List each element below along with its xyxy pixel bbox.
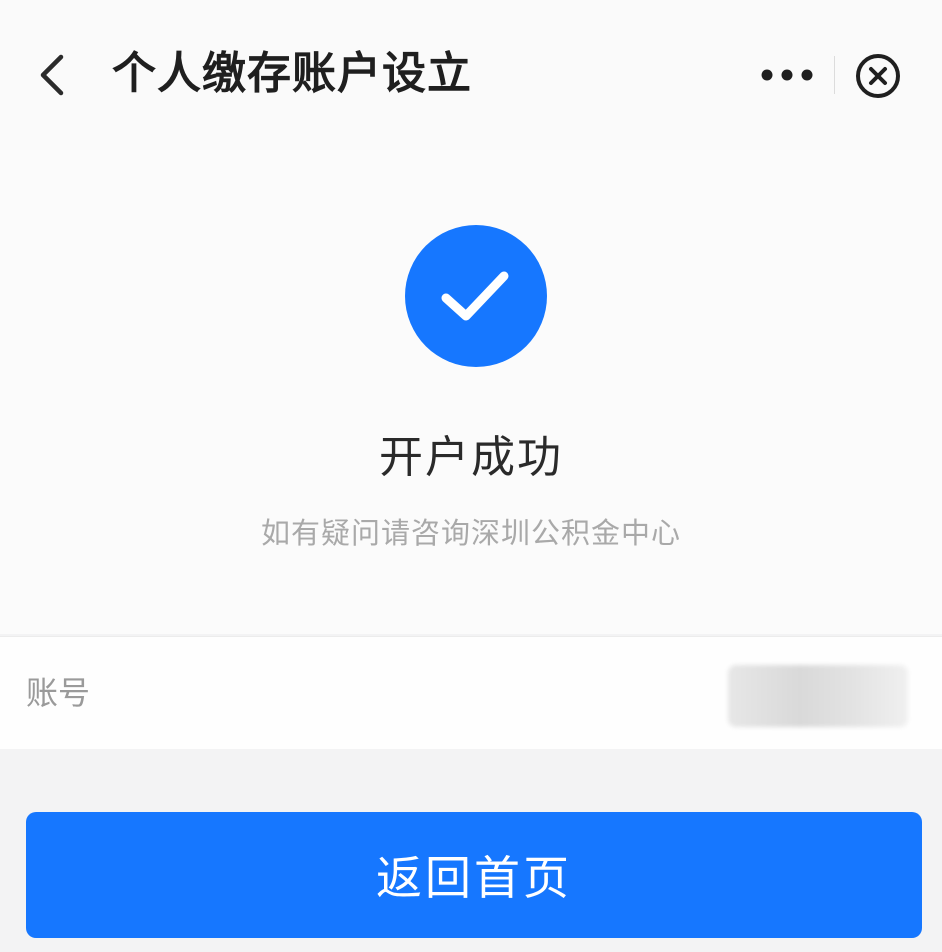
capsule-divider [834, 56, 835, 94]
account-row: 账号 [0, 636, 942, 749]
account-value-redacted [728, 665, 908, 727]
return-home-button[interactable]: 返回首页 [26, 812, 922, 938]
result-description: 如有疑问请咨询深圳公积金中心 [260, 516, 681, 550]
mini-program-capsule [742, 40, 922, 110]
result-title: 开户成功 [379, 432, 563, 483]
check-mark-icon [441, 271, 509, 321]
more-button[interactable] [742, 40, 832, 110]
return-home-label: 返回首页 [376, 851, 572, 905]
close-button[interactable] [852, 50, 904, 102]
chevron-left-icon [40, 54, 64, 96]
navigation-bar: 个人缴存账户设立 [0, 0, 942, 150]
result-card: 开户成功 如有疑问请咨询深圳公积金中心 [0, 150, 942, 634]
more-dots-icon [761, 69, 813, 81]
account-label: 账号 [26, 674, 91, 712]
close-circle-icon [856, 54, 900, 98]
check-circle-icon [405, 225, 547, 367]
page-title: 个人缴存账户设立 [112, 48, 472, 99]
back-button[interactable] [28, 50, 78, 100]
